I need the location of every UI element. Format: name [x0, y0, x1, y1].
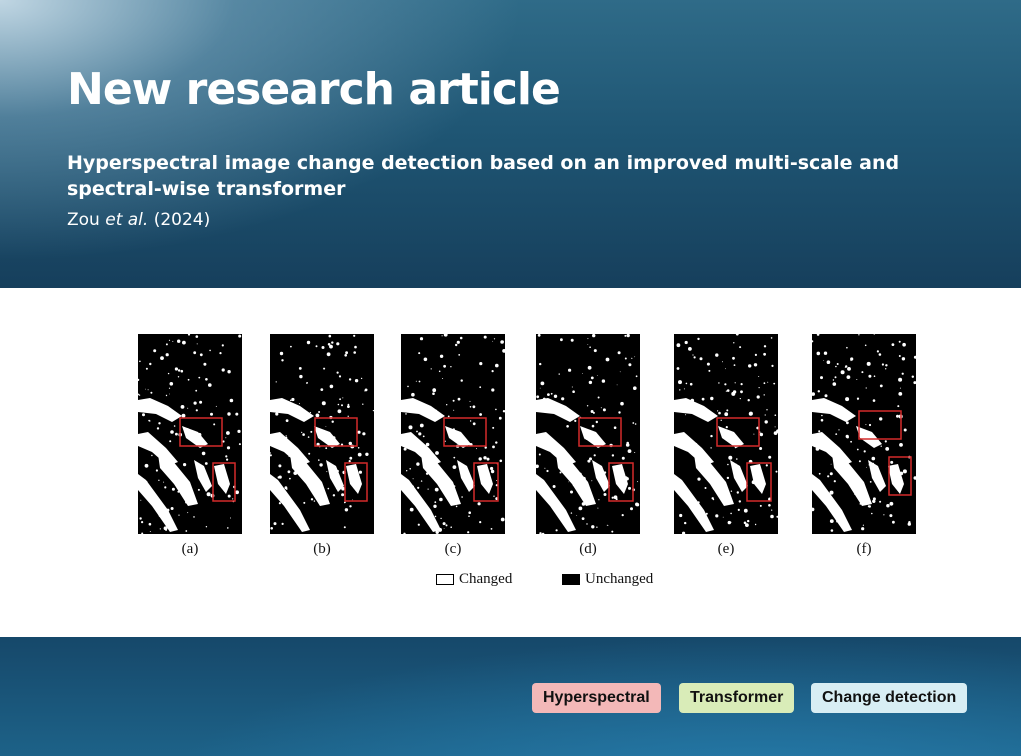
change-map-image: [401, 334, 505, 534]
change-map-image: [270, 334, 374, 532]
change-map-panel: [536, 334, 640, 534]
change-map-image: [536, 334, 640, 534]
legend-label-unchanged: Unchanged: [585, 571, 654, 587]
tag-hyperspectral[interactable]: Hyperspectral: [532, 683, 661, 713]
panel-label: (a): [181, 541, 199, 557]
legend-swatch-white: [436, 574, 454, 585]
change-map-panel: [812, 334, 916, 534]
figure-area: (a) (b) (c) (d) (e) (f) Changed Unchanged: [0, 288, 1021, 637]
citation-year: (2024): [153, 210, 211, 230]
change-map-panel: [138, 334, 242, 534]
change-map-image: [674, 334, 778, 534]
page-headline: New research article: [67, 64, 561, 115]
change-map-panel: [401, 334, 505, 534]
footer-banner: Hyperspectral Transformer Change detecti…: [0, 637, 1021, 756]
change-map-image: [812, 334, 916, 532]
article-title[interactable]: Hyperspectral image change detection bas…: [67, 150, 967, 202]
change-map-panel: [270, 334, 374, 534]
tag-change-detection[interactable]: Change detection: [811, 683, 968, 713]
legend-swatch-black: [562, 574, 580, 585]
citation-etal: et al.: [105, 210, 149, 230]
header-banner: New research article Hyperspectral image…: [0, 0, 1021, 288]
citation-author: Zou: [67, 210, 100, 230]
citation: Zou et al. (2024): [67, 210, 210, 230]
legend-label-changed: Changed: [459, 571, 513, 587]
panel-label: (e): [717, 541, 735, 557]
panel-label: (b): [313, 541, 331, 557]
panel-label: (f): [856, 541, 872, 557]
tag-transformer[interactable]: Transformer: [679, 683, 795, 713]
legend-item-changed: Changed: [436, 571, 512, 588]
change-map-panel: [674, 334, 778, 534]
change-map-image: [138, 334, 242, 534]
panel-label: (c): [444, 541, 462, 557]
legend-item-unchanged: Unchanged: [562, 571, 653, 588]
panel-label: (d): [579, 541, 597, 557]
